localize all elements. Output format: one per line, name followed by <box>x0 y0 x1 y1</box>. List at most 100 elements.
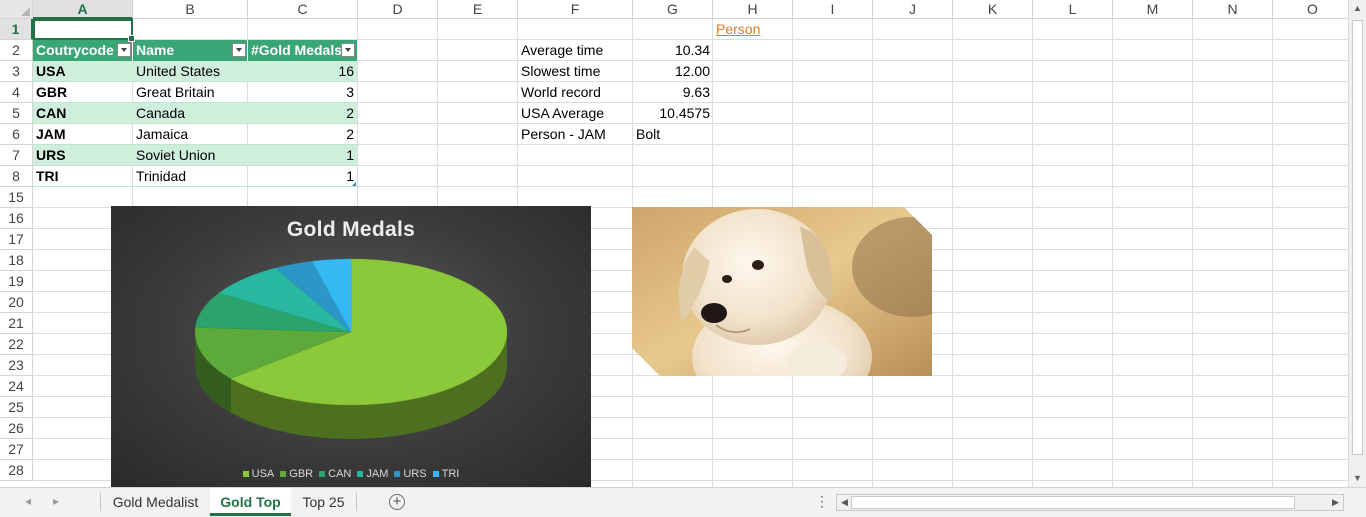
row-header-19[interactable]: 19 <box>0 271 33 292</box>
row-header-18[interactable]: 18 <box>0 250 33 271</box>
row-header-23[interactable]: 23 <box>0 355 33 376</box>
country-code-cell[interactable]: USA <box>33 61 133 82</box>
row-header-4[interactable]: 4 <box>0 82 33 103</box>
gold-count-cell[interactable]: 16 <box>248 61 357 82</box>
country-name-cell[interactable]: Jamaica <box>133 124 248 145</box>
legend-item-jam[interactable]: JAM <box>357 468 388 480</box>
row-header-1[interactable]: 1 <box>0 19 33 40</box>
gold-count-cell[interactable]: 1 <box>248 166 357 187</box>
column-header-e[interactable]: E <box>438 0 518 19</box>
row-header-24[interactable]: 24 <box>0 376 33 397</box>
stat-value[interactable]: 10.4575 <box>633 103 713 124</box>
stat-label[interactable]: Person - JAM <box>518 124 633 145</box>
select-all-corner[interactable] <box>0 0 33 19</box>
stat-label[interactable]: World record <box>518 82 633 103</box>
stat-value[interactable]: 10.34 <box>633 40 713 61</box>
new-sheet-plus-icon[interactable]: + <box>389 494 405 510</box>
row-header-15[interactable]: 15 <box>0 187 33 208</box>
vertical-scrollbar[interactable]: ▲ ▼ <box>1348 0 1366 487</box>
person-hyperlink[interactable]: Person <box>713 19 793 40</box>
country-code-cell[interactable]: GBR <box>33 82 133 103</box>
country-name-cell[interactable]: Great Britain <box>133 82 248 103</box>
row-header-20[interactable]: 20 <box>0 292 33 313</box>
country-code-cell[interactable]: CAN <box>33 103 133 124</box>
legend-item-usa[interactable]: USA <box>242 468 274 480</box>
country-name-cell[interactable]: Trinidad <box>133 166 248 187</box>
sort-filter-icon[interactable] <box>232 43 246 57</box>
stat-value[interactable]: 9.63 <box>633 82 713 103</box>
stat-label[interactable]: Slowest time <box>518 61 633 82</box>
vertical-scroll-thumb[interactable] <box>1352 20 1363 455</box>
scroll-down-arrow-icon[interactable]: ▼ <box>1349 470 1366 487</box>
table-row[interactable]: GBR Great Britain 3 <box>33 82 357 103</box>
row-header-5[interactable]: 5 <box>0 103 33 124</box>
row-header-8[interactable]: 8 <box>0 166 33 187</box>
table-row[interactable]: CAN Canada 2 <box>33 103 357 124</box>
column-header-g[interactable]: G <box>633 0 713 19</box>
column-header-l[interactable]: L <box>1033 0 1113 19</box>
column-header-n[interactable]: N <box>1193 0 1273 19</box>
previous-sheet-icon[interactable]: ◂ <box>25 494 31 508</box>
row-header-27[interactable]: 27 <box>0 439 33 460</box>
gold-count-cell[interactable]: 2 <box>248 124 357 145</box>
stat-value[interactable]: Bolt <box>633 124 713 145</box>
row-header-22[interactable]: 22 <box>0 334 33 355</box>
legend-item-gbr[interactable]: GBR <box>280 468 313 480</box>
stat-value[interactable]: 12.00 <box>633 61 713 82</box>
row-header-25[interactable]: 25 <box>0 397 33 418</box>
active-cell-selection[interactable] <box>33 19 135 42</box>
column-header-h[interactable]: H <box>713 0 793 19</box>
row-header-6[interactable]: 6 <box>0 124 33 145</box>
puppy-image[interactable] <box>632 207 932 376</box>
horizontal-scroll-thumb[interactable] <box>851 496 1295 509</box>
gold-count-cell[interactable]: 3 <box>248 82 357 103</box>
column-header-k[interactable]: K <box>953 0 1033 19</box>
tab-top-25[interactable]: Top 25 <box>291 488 356 516</box>
more-options-icon[interactable]: ⋮ <box>815 493 829 510</box>
horizontal-scrollbar[interactable]: ◀ ▶ <box>836 494 1344 511</box>
stat-label[interactable]: Average time <box>518 40 633 61</box>
column-header-f[interactable]: F <box>518 0 633 19</box>
table-header-cell[interactable]: Name <box>133 40 248 61</box>
legend-item-can[interactable]: CAN <box>319 468 351 480</box>
country-code-cell[interactable]: JAM <box>33 124 133 145</box>
table-row[interactable]: USA United States 16 <box>33 61 357 82</box>
scroll-left-arrow-icon[interactable]: ◀ <box>837 495 852 510</box>
column-header-o[interactable]: O <box>1273 0 1348 19</box>
row-header-7[interactable]: 7 <box>0 145 33 166</box>
table-resize-handle-icon[interactable] <box>352 182 356 186</box>
table-row[interactable]: URS Soviet Union 1 <box>33 145 357 166</box>
row-header-2[interactable]: 2 <box>0 40 33 61</box>
row-header-28[interactable]: 28 <box>0 460 33 481</box>
row-header-3[interactable]: 3 <box>0 61 33 82</box>
gold-medals-chart[interactable]: Gold Medals USA GBR CAN JAM URS TRI <box>111 206 591 487</box>
country-name-cell[interactable]: Soviet Union <box>133 145 248 166</box>
country-name-cell[interactable]: United States <box>133 61 248 82</box>
legend-item-urs[interactable]: URS <box>394 468 427 480</box>
scroll-right-arrow-icon[interactable]: ▶ <box>1328 495 1343 510</box>
country-code-cell[interactable]: TRI <box>33 166 133 187</box>
gold-count-cell[interactable]: 2 <box>248 103 357 124</box>
column-header-a[interactable]: A <box>33 0 133 19</box>
column-header-j[interactable]: J <box>873 0 953 19</box>
column-header-i[interactable]: I <box>793 0 873 19</box>
row-header-17[interactable]: 17 <box>0 229 33 250</box>
row-header-21[interactable]: 21 <box>0 313 33 334</box>
column-header-b[interactable]: B <box>133 0 248 19</box>
filter-active-icon[interactable] <box>341 43 355 57</box>
tab-gold-top[interactable]: Gold Top <box>210 488 291 516</box>
tab-gold-medalist[interactable]: Gold Medalist <box>101 488 210 516</box>
stat-label[interactable]: USA Average <box>518 103 633 124</box>
table-row[interactable]: JAM Jamaica 2 <box>33 124 357 145</box>
worksheet-grid[interactable]: A B C D E F G H I J K L M N O 1 2 3 4 5 … <box>0 0 1348 487</box>
scroll-up-arrow-icon[interactable]: ▲ <box>1349 0 1366 17</box>
next-sheet-icon[interactable]: ▸ <box>53 494 59 508</box>
gold-count-cell[interactable]: 1 <box>248 145 357 166</box>
column-header-d[interactable]: D <box>358 0 438 19</box>
row-header-26[interactable]: 26 <box>0 418 33 439</box>
column-header-m[interactable]: M <box>1113 0 1193 19</box>
row-header-16[interactable]: 16 <box>0 208 33 229</box>
legend-item-tri[interactable]: TRI <box>432 468 459 480</box>
filter-dropdown-icon[interactable] <box>117 43 131 57</box>
table-row[interactable]: TRI Trinidad 1 <box>33 166 357 187</box>
